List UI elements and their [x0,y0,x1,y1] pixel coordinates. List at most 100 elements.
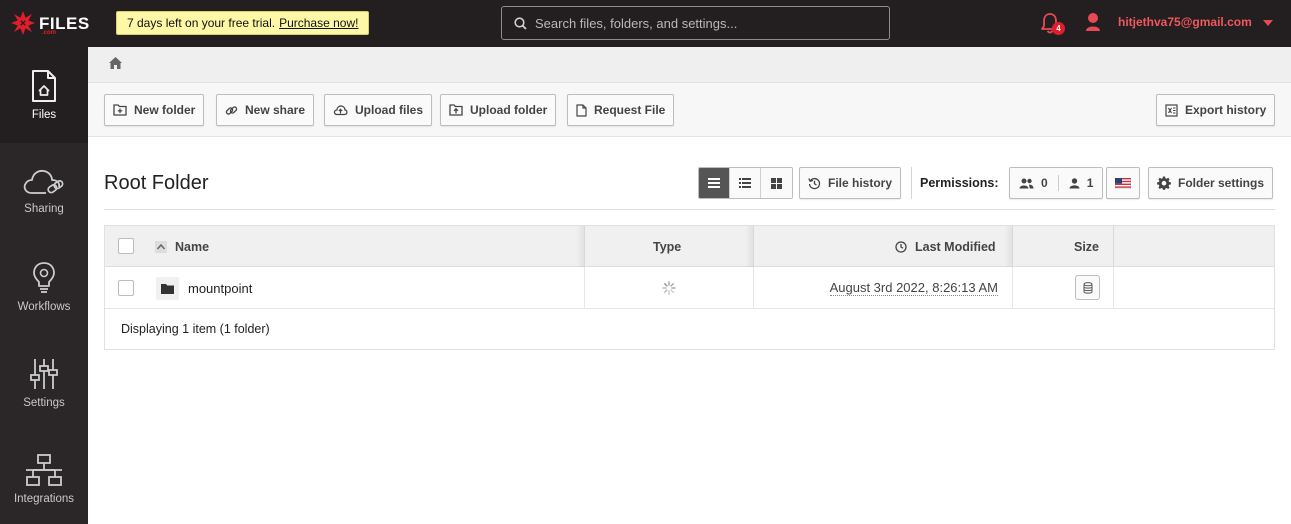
table-row[interactable]: mountpoint August 3rd 2022, 8:26:13 AM [105,267,1274,309]
column-type-label: Type [653,239,682,254]
notification-badge: 4 [1052,22,1065,35]
home-icon[interactable] [108,56,123,70]
new-folder-button[interactable]: New folder [104,94,205,126]
upload-folder-label: Upload folder [470,103,548,117]
sidebar-item-label: Settings [23,397,65,409]
export-history-label: Export history [1185,103,1267,117]
file-table: Name Type Last Modified Size mountpoint … [104,225,1275,350]
permissions-button[interactable]: 0 1 [1009,167,1104,199]
top-bar: FILES .com 7 days left on your free tria… [0,0,1291,47]
file-history-label: File history [828,176,893,190]
folder-icon-wrapper [156,277,179,300]
folder-icon [161,283,174,294]
group-icon [1019,178,1034,188]
request-file-label: Request File [594,103,666,117]
view-list-button[interactable] [730,168,761,198]
logo[interactable]: FILES .com [10,10,90,36]
folder-upload-icon [449,104,463,116]
row-checkbox[interactable] [118,280,134,296]
sidebar-item-label: Files [31,109,57,121]
column-size-label: Size [1074,239,1100,254]
list-view-icon [739,178,751,188]
cell-divider [1113,267,1114,309]
cloud-upload-icon [333,105,348,116]
column-resize-handle [1004,226,1012,267]
search-input[interactable] [535,15,875,31]
column-name[interactable]: Name [155,226,209,267]
logo-text: FILES [39,13,90,33]
sidebar-item-files[interactable]: Files [0,47,88,143]
sidebar-item-sharing[interactable]: Sharing [0,143,88,239]
trial-banner: 7 days left on your free trial. Purchase… [116,11,370,35]
sidebar-item-workflows[interactable]: Workflows [0,239,88,335]
column-divider[interactable] [1012,226,1013,267]
grid-view-icon [771,177,782,189]
column-divider[interactable] [584,226,585,267]
last-modified-value: August 3rd 2022, 8:26:13 AM [829,280,998,296]
cell-divider [584,267,585,309]
network-icon [26,454,62,486]
purchase-link[interactable]: Purchase now! [279,16,358,30]
us-flag-icon [1115,177,1131,189]
column-divider[interactable] [753,226,754,267]
upload-folder-button[interactable]: Upload folder [440,94,557,126]
view-table-button[interactable] [699,168,730,198]
column-size[interactable]: Size [1074,226,1099,267]
search-box[interactable] [501,6,890,40]
sidebar-item-settings[interactable]: Settings [0,335,88,431]
new-share-label: New share [245,103,306,117]
file-icon [576,103,587,117]
trial-text: 7 days left on your free trial. [127,16,276,30]
divider [1057,175,1059,191]
cell-divider [1012,267,1013,309]
export-history-button[interactable]: Export history [1156,94,1276,126]
table-view-icon [708,178,720,188]
calculate-size-button[interactable] [1075,275,1100,300]
column-last-modified[interactable]: Last Modified [895,226,996,267]
upload-files-button[interactable]: Upload files [324,94,433,126]
divider [911,167,912,199]
folder-name-link[interactable]: mountpoint [188,281,252,296]
request-file-button[interactable]: Request File [567,94,675,126]
upload-files-label: Upload files [355,103,424,117]
column-name-label: Name [175,239,210,254]
sidebar-item-integrations[interactable]: Integrations [0,431,88,524]
breadcrumb [88,47,1291,83]
language-button[interactable] [1106,167,1140,199]
sort-ascending-icon [155,240,167,253]
link-icon [225,105,238,115]
sidebar: Files Sharing Workflows Settings Integra… [0,47,88,524]
page-title: Root Folder [104,172,209,194]
new-share-button[interactable]: New share [216,94,315,126]
excel-export-icon [1165,103,1178,117]
sidebar-item-label: Sharing [24,203,64,215]
chevron-down-icon[interactable] [1263,20,1273,26]
table-header: Name Type Last Modified Size [105,226,1274,267]
column-resize-handle [576,226,584,267]
user-email[interactable]: hitjethva75@gmail.com [1118,15,1252,29]
select-all-checkbox[interactable] [118,238,134,254]
table-footer-summary: Displaying 1 item (1 folder) [121,322,270,336]
history-icon [808,177,821,189]
logo-subtext: .com [42,30,57,36]
user-icon[interactable] [1085,12,1101,32]
new-folder-label: New folder [134,103,196,117]
user-permission-icon [1069,177,1080,188]
logo-mark-icon [11,11,35,35]
folder-settings-label: Folder settings [1178,176,1265,190]
column-divider[interactable] [1113,226,1114,267]
column-resize-handle [745,226,753,267]
group-permission-count: 0 [1041,176,1048,190]
gear-icon [1157,176,1171,190]
column-last-modified-label: Last Modified [915,239,996,254]
user-permission-count: 1 [1086,176,1094,190]
folder-settings-button[interactable]: Folder settings [1148,167,1274,199]
toolbar: New folder New share Upload files Upload… [88,83,1291,137]
cloud-link-icon [23,169,64,194]
folder-plus-icon [113,104,127,116]
database-icon [1083,281,1092,294]
search-icon [514,16,527,30]
view-grid-button[interactable] [761,168,792,198]
file-history-button[interactable]: File history [799,167,902,199]
column-type[interactable]: Type [653,226,681,267]
